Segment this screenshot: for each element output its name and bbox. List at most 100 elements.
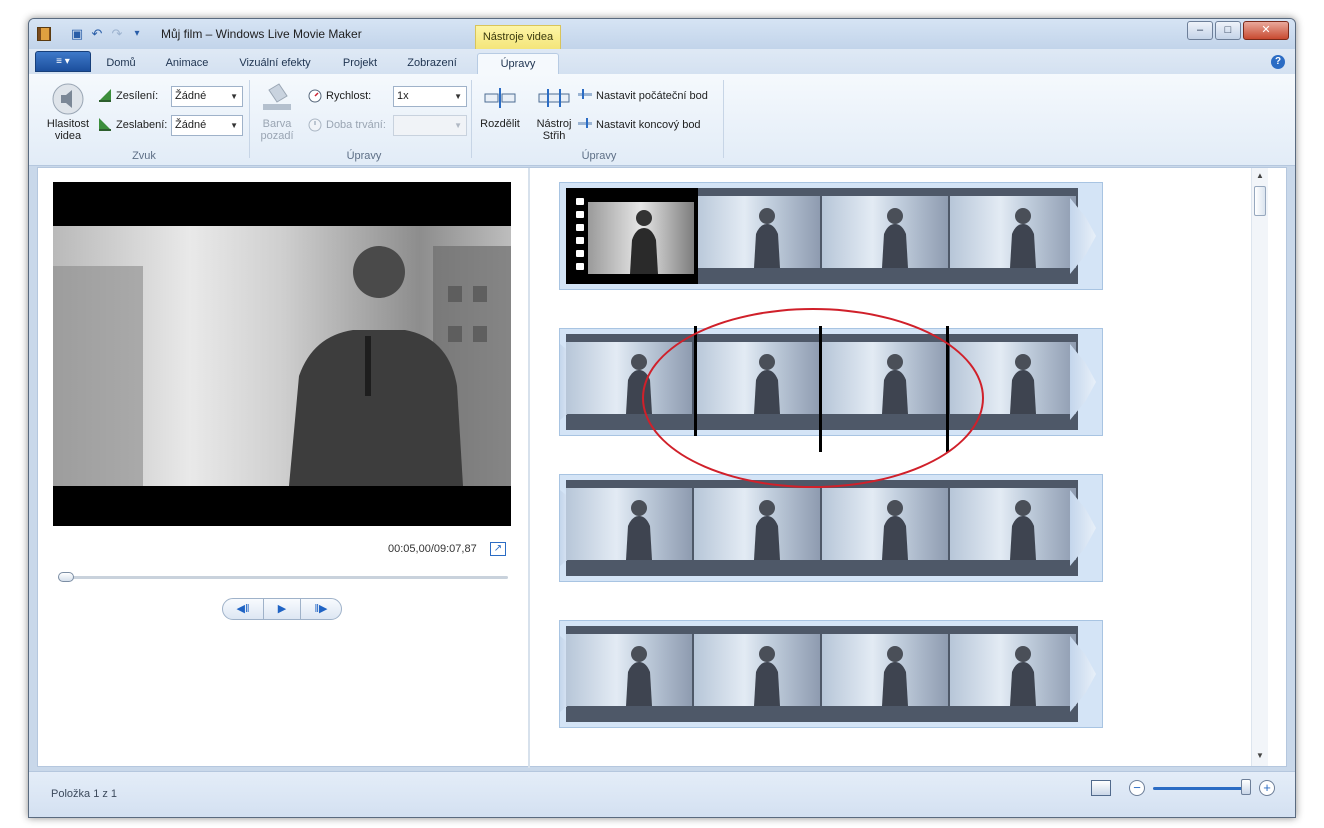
strip-end-cap: [1070, 198, 1096, 274]
fade-in-select[interactable]: Žádné ▼: [171, 86, 243, 107]
app-icon[interactable]: [37, 27, 51, 41]
movie-maker-window: ▣ ↶ ↷ ▾ Můj film – Windows Live Movie Ma…: [28, 18, 1296, 818]
video-frame-thumbnail: [822, 488, 948, 560]
speed-select[interactable]: 1x ▼: [393, 86, 467, 107]
video-frame-thumbnail: [566, 634, 692, 706]
duration-select[interactable]: ▼: [393, 115, 467, 136]
close-button[interactable]: ✕: [1243, 21, 1289, 40]
redo-icon[interactable]: ↷: [109, 26, 125, 42]
file-menu-button[interactable]: ≡ ▾: [35, 51, 91, 72]
tab-visual-effects[interactable]: Vizuální efekty: [229, 53, 321, 74]
undo-icon[interactable]: ↶: [89, 26, 105, 42]
strip-end-cap: [1070, 490, 1096, 566]
maximize-button[interactable]: □: [1215, 21, 1241, 40]
status-bar: Položka 1 z 1 − +: [29, 771, 1295, 817]
preview-image: [53, 246, 511, 486]
group-separator: [249, 80, 250, 158]
zoom-thumb[interactable]: [1241, 779, 1251, 795]
tab-project[interactable]: Projekt: [331, 53, 389, 74]
fade-in-icon: [99, 89, 111, 102]
zoom-in-button[interactable]: +: [1259, 780, 1275, 796]
person-silhouette: [1010, 500, 1036, 560]
vertical-scrollbar[interactable]: ▲ ▼: [1251, 168, 1268, 766]
speaker-icon: [52, 83, 84, 115]
group-label-adjust: Úpravy: [346, 150, 382, 162]
speed-label: Rychlost:: [326, 90, 372, 102]
video-frame-thumbnail: [822, 196, 948, 268]
ribbon: Hlasitost videa Zesílení: Žádné ▼ Zeslabe…: [29, 74, 1295, 166]
set-start-point-label: Nastavit počáteční bod: [596, 90, 708, 102]
video-preview[interactable]: [53, 182, 511, 526]
minimize-button[interactable]: –: [1187, 21, 1213, 40]
zoom-out-button[interactable]: −: [1129, 780, 1145, 796]
title-bar: ▣ ↶ ↷ ▾ Můj film – Windows Live Movie Ma…: [29, 19, 1295, 49]
storyboard: ▲ ▼: [532, 168, 1268, 766]
sprocket-holes: [576, 198, 584, 284]
next-frame-button[interactable]: ‖▶: [301, 599, 341, 619]
chevron-down-icon: ▼: [454, 92, 462, 101]
group-separator: [723, 80, 724, 158]
person-silhouette: [1010, 646, 1036, 706]
ribbon-tabs: ≡ ▾ Domů Animace Vizuální efekty Projekt…: [29, 49, 1295, 74]
scroll-up-icon[interactable]: ▲: [1252, 168, 1268, 184]
timecode-display: 00:05,00/09:07,87: [388, 543, 477, 555]
storyboard-clip-strip[interactable]: [559, 182, 1103, 290]
background-color-label-2: pozadí: [260, 130, 294, 142]
previous-frame-button[interactable]: ◀‖: [223, 599, 263, 619]
tab-edit[interactable]: Úpravy: [477, 53, 559, 74]
storyboard-clip-strip[interactable]: [559, 620, 1103, 728]
help-icon[interactable]: ?: [1271, 55, 1285, 69]
video-frame-thumbnail: [950, 488, 1076, 560]
fullscreen-icon[interactable]: ↗: [490, 542, 506, 556]
video-frame-thumbnail: [694, 488, 820, 560]
save-icon[interactable]: ▣: [69, 26, 85, 42]
split-label: Rozdělit: [480, 118, 520, 130]
seek-thumb[interactable]: [58, 572, 74, 582]
chevron-down-icon: ▼: [230, 92, 238, 101]
strip-end-cap: [1070, 344, 1096, 420]
tab-home[interactable]: Domů: [95, 53, 147, 74]
pane-splitter[interactable]: [528, 168, 530, 768]
strip-end-cap: [1070, 636, 1096, 712]
fade-out-value: Žádné: [175, 119, 207, 131]
trim-tool-label-1: Nástroj: [536, 118, 572, 130]
fade-out-label: Zeslabení:: [116, 119, 168, 131]
tab-animations[interactable]: Animace: [155, 53, 219, 74]
status-item-count: Položka 1 z 1: [51, 788, 118, 800]
customize-toolbar-button[interactable]: ▾: [129, 26, 145, 42]
person-silhouette: [626, 500, 652, 560]
scroll-down-icon[interactable]: ▼: [1252, 748, 1268, 764]
person-silhouette: [754, 646, 780, 706]
person-silhouette: [882, 208, 908, 268]
person-silhouette: [626, 646, 652, 706]
person-silhouette: [1010, 208, 1036, 268]
selected-frame-image: [588, 202, 694, 274]
play-button[interactable]: ▶: [263, 599, 301, 619]
group-label-edit: Úpravy: [581, 150, 617, 162]
storyboard-clip-strip[interactable]: [559, 474, 1103, 582]
scroll-thumb[interactable]: [1254, 186, 1266, 216]
zoom-slider[interactable]: [1153, 787, 1245, 790]
video-frame-thumbnail: [950, 196, 1076, 268]
fade-out-icon: [99, 118, 111, 131]
selected-frame-thumbnail[interactable]: [566, 188, 698, 284]
fade-out-select[interactable]: Žádné ▼: [171, 115, 243, 136]
fade-in-label: Zesílení:: [116, 90, 159, 102]
speed-value: 1x: [397, 90, 409, 102]
thumbnail-size-icon[interactable]: [1091, 780, 1111, 796]
video-volume-label-1: Hlasitost: [46, 118, 90, 130]
duration-label: Doba trvání:: [326, 119, 386, 131]
trim-tool-icon: [538, 89, 570, 107]
paint-bucket-icon: [263, 83, 291, 110]
speed-icon: [308, 89, 322, 103]
person-silhouette: [882, 500, 908, 560]
tab-view[interactable]: Zobrazení: [397, 53, 467, 74]
set-start-point-icon: [578, 89, 592, 99]
person-silhouette: [630, 210, 658, 274]
seek-bar[interactable]: [58, 576, 508, 579]
duration-icon: [308, 118, 322, 132]
video-frame-thumbnail: [694, 634, 820, 706]
window-title: Můj film – Windows Live Movie Maker: [161, 27, 362, 41]
video-volume-label-2: videa: [54, 130, 82, 142]
group-label-sound: Zvuk: [132, 150, 156, 162]
